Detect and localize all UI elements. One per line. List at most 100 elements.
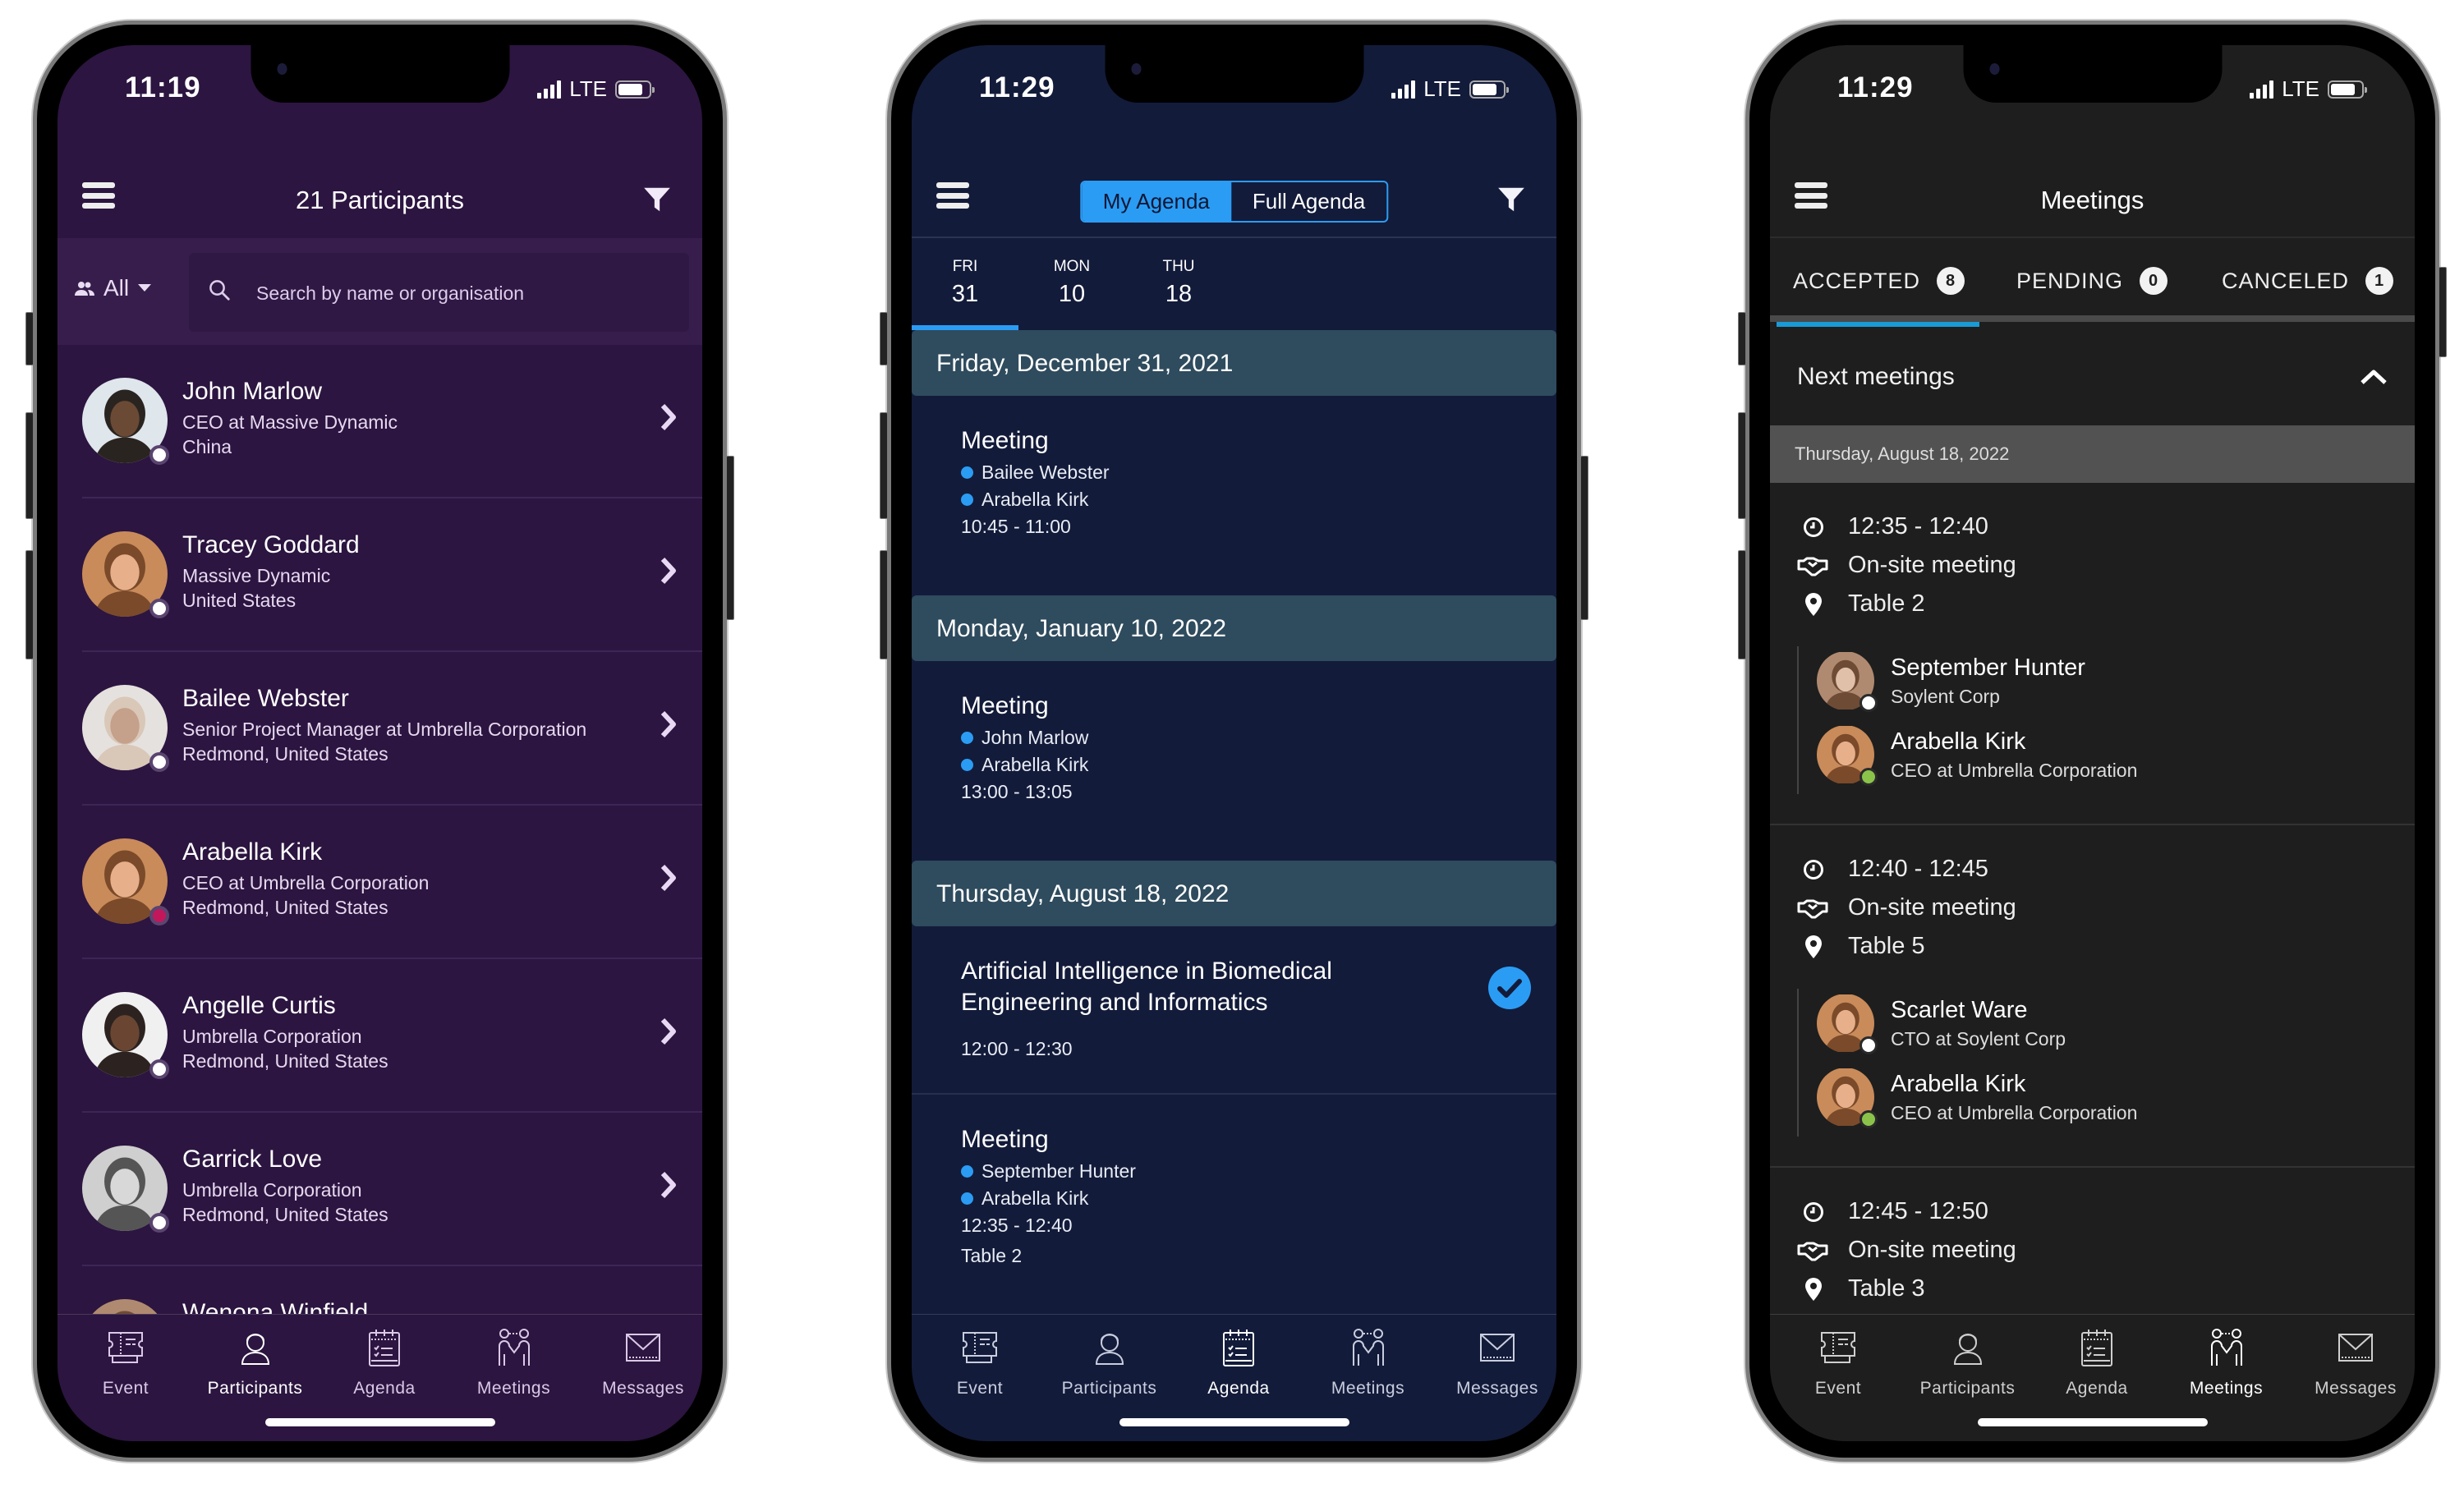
home-indicator[interactable] [1119,1418,1349,1426]
agenda-item[interactable]: Artificial Intelligence in Biomedical En… [912,926,1556,1095]
nav-participants[interactable]: Participants [1048,1326,1171,1398]
home-indicator[interactable] [1977,1418,2208,1426]
tab-canceled[interactable]: CANCELED 1 [2222,240,2394,322]
nav-messages[interactable]: Messages [582,1326,702,1398]
participant-row[interactable]: Tracey Goddard Massive Dynamic United Stat… [82,498,702,652]
phone-agenda: 11:29 LTE My Agenda Full Agenda FRI 31 MON… [880,21,1588,1462]
nav-participants[interactable]: Participants [194,1326,317,1398]
chevron-right-icon [660,710,676,738]
meeting-time: 12:40 - 12:45 [1770,850,2415,889]
nav-event[interactable]: Event [1777,1326,1900,1398]
presence-indicator [1859,694,1878,712]
home-indicator[interactable] [264,1418,495,1426]
participants-screen: 11:19 LTE 21 Participants All Search by … [57,45,702,1441]
participant-row[interactable]: Wenona Winfield [82,1266,702,1314]
agenda-icon [2081,1330,2112,1366]
nav-agenda[interactable]: Agenda [1177,1326,1300,1398]
volume-up-button [1738,412,1746,519]
agenda-item[interactable]: Meeting John Marlow Arabella Kirk 13:00 - 1… [912,661,1556,861]
app-header: Meetings [1770,156,2415,238]
presence-indicator [149,445,169,465]
nav-meetings[interactable]: Meetings [1307,1326,1430,1398]
battery-icon [615,80,655,99]
attendee[interactable]: Arabella Kirk CEO at Umbrella Corporation [1817,1063,2415,1137]
nav-event[interactable]: Event [918,1326,1041,1398]
mute-switch [1738,312,1746,365]
day-tab-mon[interactable]: MON 10 [1018,240,1125,330]
meeting-type: On-site meeting [1770,546,2415,585]
agenda-attendee: John Marlow [961,727,1507,749]
meeting-card[interactable]: 12:35 - 12:40 On-site meeting Table 2 Septe… [1770,483,2415,825]
nav-agenda[interactable]: Agenda [2035,1326,2158,1398]
participants-icon [1953,1334,1982,1365]
meeting-location-text: Table 5 [1848,933,1925,959]
meetings-icon [1352,1329,1384,1366]
agenda-item[interactable]: Meeting Bailee Webster Arabella Kirk 10:45 … [912,396,1556,595]
filter-icon[interactable] [641,184,673,215]
date-header: Monday, January 10, 2022 [912,595,1556,661]
meeting-card[interactable]: 12:45 - 12:50 On-site meeting Table 3 [1770,1168,2415,1314]
participants-icon [241,1334,269,1365]
nav-event[interactable]: Event [64,1326,187,1398]
clock-icon [1797,1201,1830,1223]
chevron-right-icon [660,403,676,431]
my-agenda-tab[interactable]: My Agenda [1081,182,1231,221]
battery-icon [1469,80,1509,99]
nav-agenda[interactable]: Agenda [323,1326,446,1398]
status-time: 11:29 [979,71,1055,103]
nav-label: Event [102,1379,149,1398]
nav-messages[interactable]: Messages [2294,1326,2415,1398]
presence-indicator [1859,1036,1878,1054]
camera [1131,63,1141,75]
notch [1105,45,1363,103]
nav-participants[interactable]: Participants [1906,1326,2030,1398]
date-header: Friday, December 31, 2021 [912,330,1556,396]
presence-indicator [1859,1110,1878,1128]
location-pin-icon [1797,935,1830,959]
attendee[interactable]: Scarlet Ware CTO at Soylent Corp [1817,989,2415,1063]
status-time: 11:19 [125,71,201,103]
attendee[interactable]: September Hunter Soylent Corp [1817,646,2415,720]
menu-icon[interactable] [936,182,969,209]
search-icon [209,280,230,301]
agenda-item[interactable]: Meeting September Hunter Arabella Kirk 12:3… [912,1095,1556,1314]
search-input[interactable]: Search by name or organisation [189,253,689,332]
participant-row[interactable]: Arabella Kirk CEO at Umbrella Corporation… [82,806,702,959]
nav-label: Agenda [1207,1379,1270,1398]
participant-row[interactable]: John Marlow CEO at Massive Dynamic China [82,345,702,498]
battery-icon [2328,80,2367,99]
participant-row[interactable]: Bailee Webster Senior Project Manager at … [82,652,702,806]
full-agenda-tab[interactable]: Full Agenda [1231,182,1386,221]
chevron-up-icon [2361,370,2387,384]
signal-icon [537,80,562,99]
signal-icon [2250,80,2274,99]
participant-row[interactable]: Garrick Love Umbrella Corporation Redmond,… [82,1113,702,1266]
participant-name: Wenona Winfield [182,1299,369,1314]
filter-icon[interactable] [1496,184,1527,215]
next-meetings-toggle[interactable]: Next meetings [1770,328,2415,425]
nav-messages[interactable]: Messages [1436,1326,1556,1398]
agenda-toggle: My Agenda Full Agenda [1079,181,1389,223]
nav-meetings[interactable]: Meetings [453,1326,576,1398]
meeting-type-text: On-site meeting [1848,1237,2016,1263]
day-number: 10 [1058,281,1086,307]
meeting-card[interactable]: 12:40 - 12:45 On-site meeting Table 5 Scarl… [1770,825,2415,1168]
day-tab-thu[interactable]: THU 18 [1125,240,1232,330]
nav-label: Meetings [1331,1379,1405,1398]
chevron-right-icon [660,557,676,585]
participant-filter-dropdown[interactable]: All [74,275,152,301]
participant-row[interactable]: Angelle Curtis Umbrella Corporation Redmon… [82,959,702,1113]
tab-pending[interactable]: PENDING 0 [2016,240,2168,322]
attendee-role: CTO at Soylent Corp [1891,1028,2066,1049]
checkmark-icon [1488,967,1531,1009]
attendee-name: Scarlet Ware [1891,997,2028,1023]
filter-selected: All [103,275,130,301]
attendee[interactable]: Arabella Kirk CEO at Umbrella Corporation [1817,720,2415,794]
nav-label: Participants [1919,1379,2016,1398]
envelope-icon [1480,1334,1515,1362]
nav-meetings[interactable]: Meetings [2165,1326,2288,1398]
location-pin-icon [1797,592,1830,617]
participant-list: John Marlow CEO at Massive Dynamic China Tr… [57,345,702,1314]
tab-accepted[interactable]: ACCEPTED 8 [1776,240,1980,327]
day-tab-fri[interactable]: FRI 31 [912,240,1018,330]
